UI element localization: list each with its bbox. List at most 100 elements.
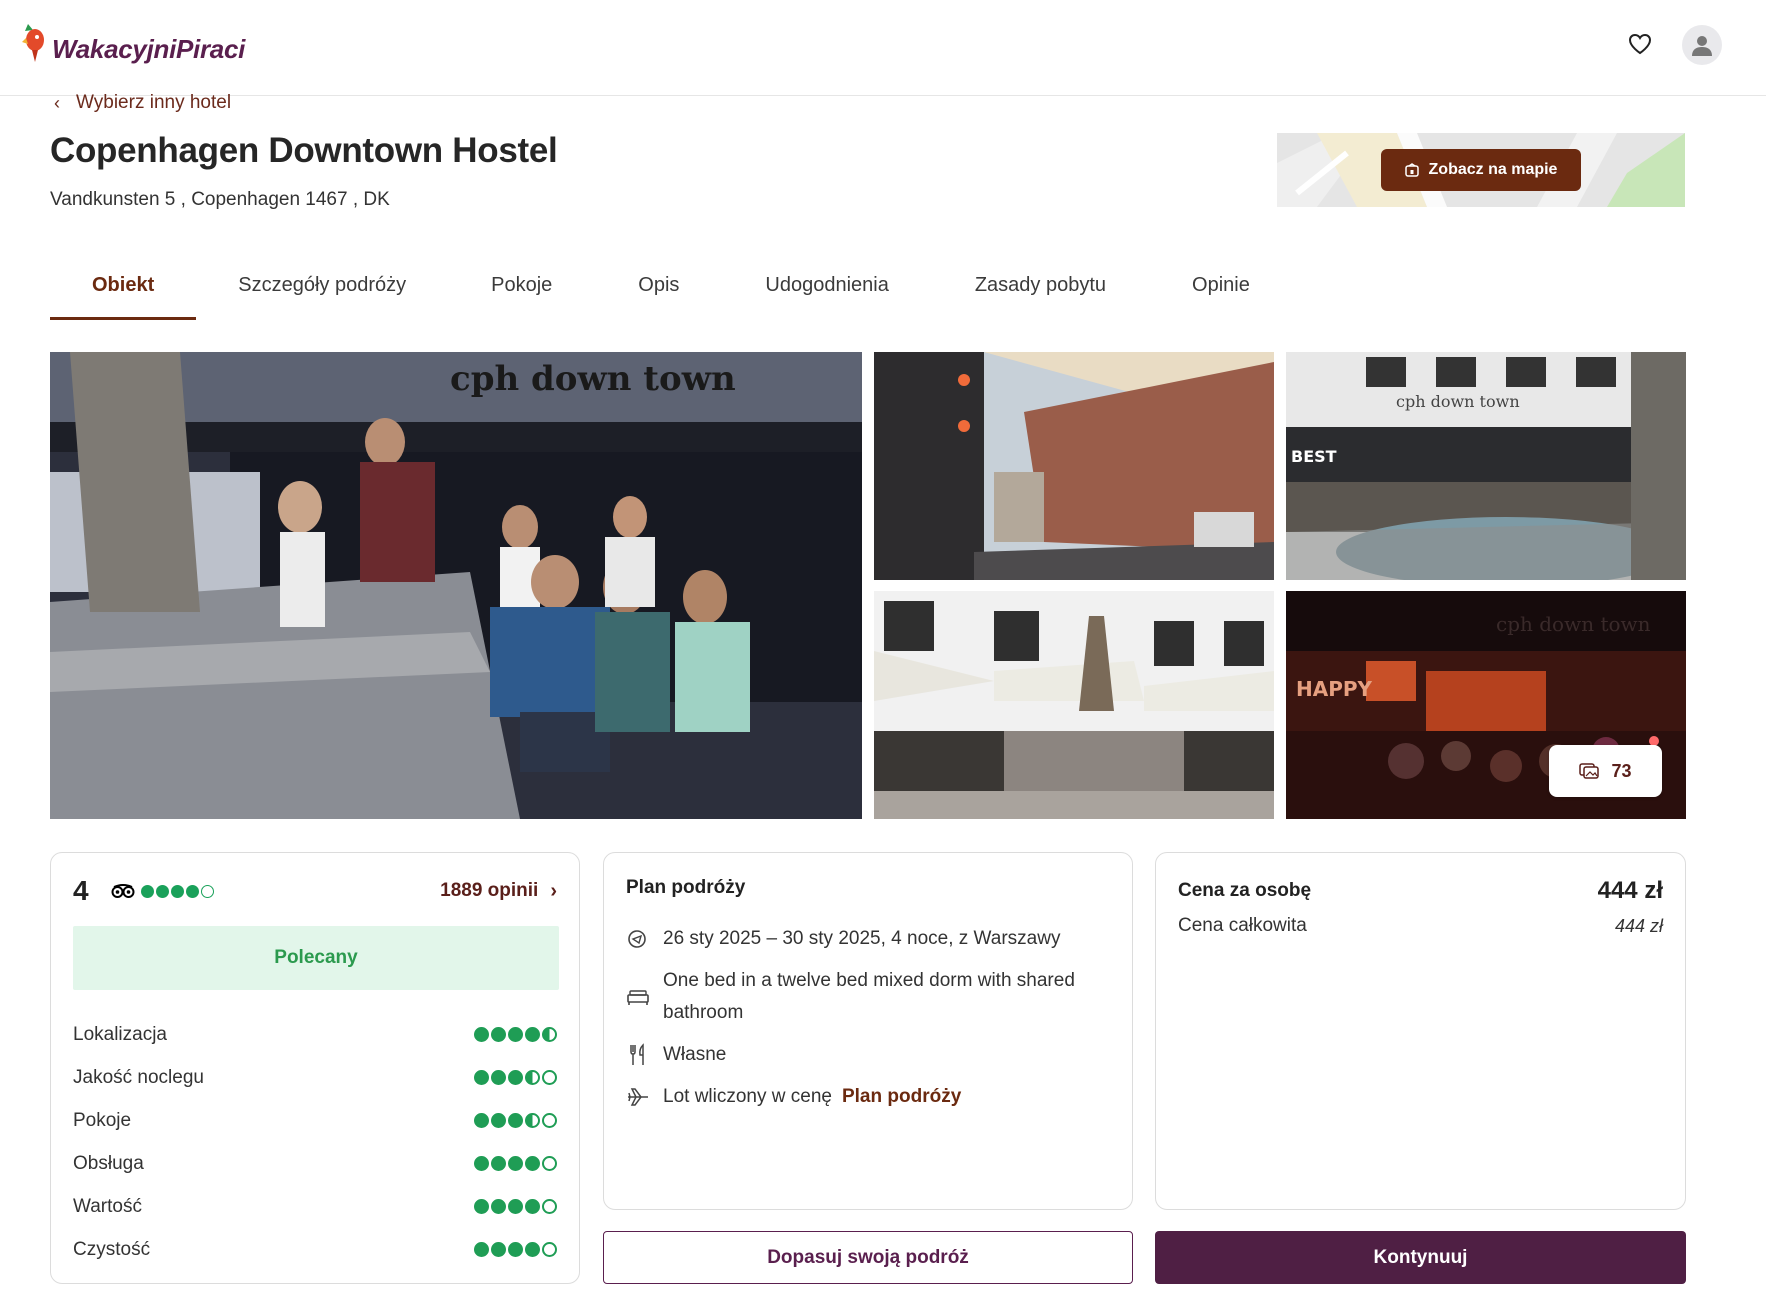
hotel-address: Vandkunsten 5 , Copenhagen 1467 , DK (50, 189, 390, 210)
bubble (474, 1242, 489, 1257)
rating-row-pokoje: Pokoje (73, 1099, 559, 1142)
rating-bubbles (474, 1113, 559, 1128)
bubble (525, 1156, 540, 1171)
photo-count-button[interactable]: 73 (1549, 745, 1662, 797)
rating-label: Czystość (73, 1238, 151, 1260)
tab-udogodnienia[interactable]: Udogodnienia (765, 262, 888, 320)
favorites-button[interactable] (1624, 28, 1656, 60)
bubble (491, 1242, 506, 1257)
bubble (508, 1199, 523, 1214)
trip-flight-text: Lot wliczony w cenę (663, 1086, 832, 1107)
user-icon (1692, 36, 1712, 56)
hotel-title: Copenhagen Downtown Hostel (50, 131, 558, 170)
trip-plan-link[interactable]: Plan podróży (842, 1081, 961, 1113)
map-marker-icon (1404, 163, 1419, 177)
trip-plan-title: Plan podróży (626, 877, 746, 898)
bubble (491, 1070, 506, 1085)
bubble (525, 1070, 540, 1085)
rating-label: Wartość (73, 1195, 142, 1217)
show-on-map-label: Zobacz na mapie (1428, 161, 1558, 178)
tab-obiekt[interactable]: Obiekt (49, 262, 197, 320)
trip-flight: Lot wliczony w cenę Plan podróży (626, 1081, 1102, 1113)
bubble (491, 1027, 506, 1042)
bubble (474, 1070, 489, 1085)
rating-row-jakosc-noclegu: Jakość noclegu (73, 1056, 559, 1099)
section-tabs: Obiekt Szczegóły podróży Pokoje Opis Udo… (49, 262, 1250, 320)
price-total-row: Cena całkowita 444 zł (1178, 915, 1663, 937)
rating-label: Pokoje (73, 1109, 132, 1131)
rating-card: 4 1889 opinii › Polecany Lokalizacja Jak… (50, 852, 580, 1284)
tab-opis[interactable]: Opis (638, 262, 679, 320)
rating-bubble-full (156, 884, 169, 898)
tab-pokoje[interactable]: Pokoje (491, 262, 552, 320)
logo[interactable]: WakacyjniPiraci (22, 18, 245, 65)
price-per-person-label: Cena za osobę (1178, 880, 1312, 901)
bubble (508, 1070, 523, 1085)
account-avatar[interactable] (1682, 25, 1722, 65)
photo-street[interactable] (874, 352, 1274, 580)
rating-bubble-full (141, 884, 154, 898)
show-on-map-button[interactable]: Zobacz na mapie (1381, 149, 1581, 191)
bubble (474, 1156, 489, 1171)
calendar-plane-icon (626, 923, 650, 955)
photo-fountain[interactable] (874, 591, 1274, 819)
bubble (525, 1199, 540, 1214)
trip-board-text: Własne (663, 1044, 727, 1065)
back-to-hotels-link[interactable]: ‹ Wybierz inny hotel (54, 92, 231, 114)
rating-row-lokalizacja: Lokalizacja (73, 1013, 559, 1056)
bubble (474, 1199, 489, 1214)
rating-label: Lokalizacja (73, 1023, 167, 1045)
bubble (491, 1199, 506, 1214)
price-total-value: 444 zł (1614, 915, 1663, 936)
svg-text:cph down town: cph down town (1396, 392, 1520, 411)
price-card: Cena za osobę 444 zł Cena całkowita 444 … (1155, 852, 1686, 1210)
price-per-person-value: 444 zł (1597, 877, 1663, 904)
rating-bubble-full (171, 884, 184, 898)
parrot-logo-icon (22, 23, 44, 62)
bubble (542, 1242, 557, 1257)
price-total-label: Cena całkowita (1178, 915, 1307, 936)
tab-szczegoly-podrozy[interactable]: Szczegóły podróży (238, 262, 406, 320)
rating-bubbles (474, 1156, 559, 1171)
rating-row-czystosc: Czystość (73, 1228, 559, 1271)
bubble (508, 1113, 523, 1128)
reviews-link[interactable]: 1889 opinii › (440, 880, 557, 903)
bubble (525, 1242, 540, 1257)
photo-gallery: cph down town cph down town BEST cph dow… (50, 352, 1686, 819)
rating-bubble-empty (201, 884, 214, 898)
rating-bubbles (141, 884, 216, 898)
bubble (491, 1113, 506, 1128)
chevron-right-icon: › (550, 879, 557, 902)
tab-zasady-pobytu[interactable]: Zasady pobytu (975, 262, 1106, 320)
bubble (508, 1027, 523, 1042)
cutlery-icon (626, 1039, 650, 1071)
trip-room: One bed in a twelve bed mixed dorm with … (626, 965, 1102, 1029)
chevron-left-icon: ‹ (54, 92, 60, 113)
rating-bubbles (474, 1070, 559, 1085)
rating-bubbles (474, 1027, 559, 1042)
bubble (508, 1156, 523, 1171)
top-bar: WakacyjniPiraci (0, 0, 1766, 96)
bubble (542, 1070, 557, 1085)
logo-text: WakacyjniPiraci (52, 34, 246, 64)
trip-plan-card: Plan podróży 26 sty 2025 – 30 sty 2025, … (603, 852, 1133, 1210)
images-icon (1579, 763, 1600, 779)
rating-label: Obsługa (73, 1152, 144, 1174)
rating-row-wartosc: Wartość (73, 1185, 559, 1228)
rating-bubble-full (186, 884, 199, 898)
bubble (525, 1113, 540, 1128)
bubble (542, 1113, 557, 1128)
rating-label: Jakość noclegu (73, 1066, 204, 1088)
price-per-person-row: Cena za osobę 444 zł (1178, 877, 1663, 905)
rating-summary: 4 1889 opinii › (73, 875, 557, 907)
customize-trip-button[interactable]: Dopasuj swoją podróż (603, 1231, 1133, 1284)
trip-dates-text: 26 sty 2025 – 30 sty 2025, 4 noce, z War… (663, 928, 1061, 949)
rating-row-obsluga: Obsługa (73, 1142, 559, 1185)
main-photo[interactable]: cph down town (50, 352, 862, 819)
recommended-badge: Polecany (73, 926, 559, 990)
heart-icon (1628, 33, 1652, 55)
photo-hostel-front[interactable]: cph down town BEST (1286, 352, 1686, 580)
continue-button[interactable]: Kontynuuj (1155, 1231, 1686, 1284)
svg-text:cph down town: cph down town (1496, 612, 1651, 636)
tab-opinie[interactable]: Opinie (1192, 262, 1250, 320)
